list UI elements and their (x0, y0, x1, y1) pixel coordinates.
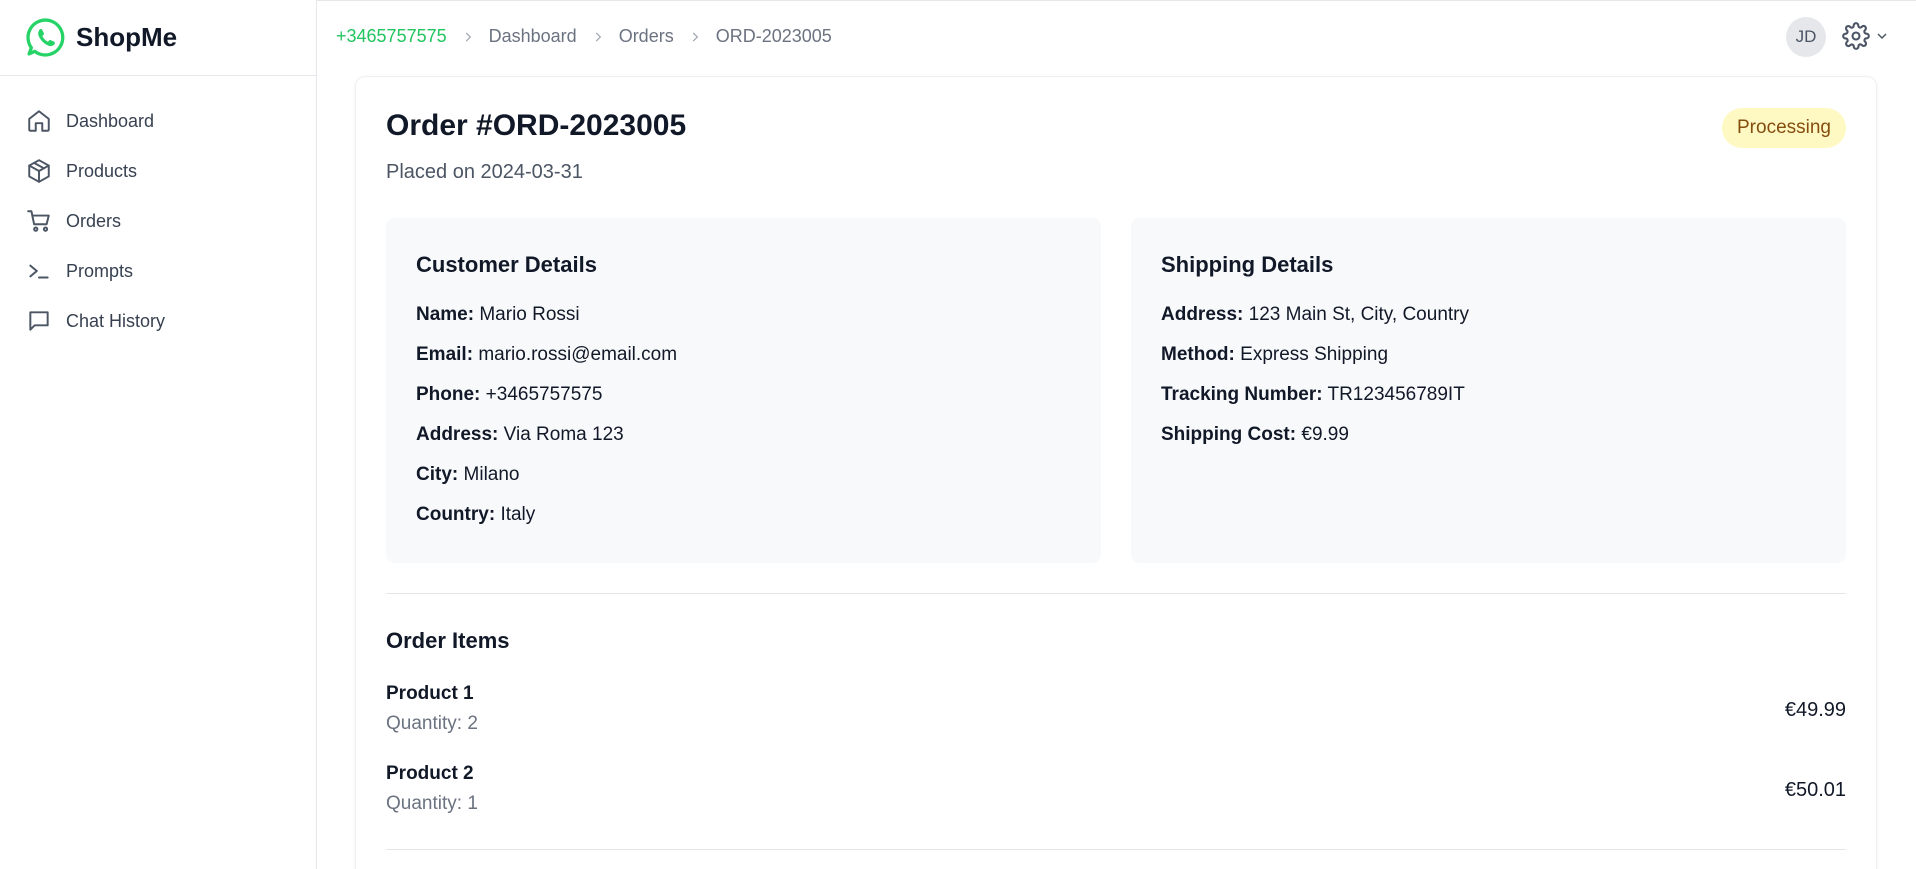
cart-icon (27, 210, 50, 232)
settings-menu-button[interactable] (1842, 22, 1890, 50)
shipping-details-heading: Shipping Details (1161, 252, 1334, 277)
sidebar-item-label: Dashboard (66, 110, 155, 131)
gear-icon (1842, 22, 1870, 50)
breadcrumb-current-order: ORD-2023005 (715, 26, 832, 46)
sidebar-item-label: Chat History (66, 310, 166, 331)
customer-city-row: City: Milano (416, 464, 520, 485)
avatar[interactable]: JD (1786, 17, 1826, 57)
sidebar-item-dashboard[interactable]: Dashboard (0, 96, 316, 146)
order-detail-card: Order #ORD-2023005 Placed on 2024-03-31 … (355, 76, 1877, 869)
order-placed-date: Placed on 2024-03-31 (386, 161, 583, 183)
chevron-right-icon (577, 27, 619, 47)
divider (386, 593, 1846, 594)
terminal-icon (29, 264, 49, 279)
box-icon (28, 159, 50, 183)
list-item: Product 1 Quantity: 2 €49.99 (386, 683, 1846, 743)
customer-phone-row: Phone: +3465757575 (416, 384, 603, 405)
sidebar-item-orders[interactable]: Orders (0, 196, 316, 246)
item-price: €49.99 (1784, 699, 1846, 721)
customer-address-row: Address: Via Roma 123 (416, 424, 624, 445)
whatsapp-logo-icon (26, 18, 65, 57)
sidebar-item-label: Orders (66, 210, 122, 231)
customer-details-heading: Customer Details (416, 252, 597, 277)
shipping-details-panel: Shipping Details Address: 123 Main St, C… (1131, 218, 1846, 563)
shipping-method-row: Method: Express Shipping (1161, 344, 1389, 365)
status-badge: Processing (1722, 108, 1846, 148)
chevron-down-icon (1877, 33, 1887, 40)
chat-icon (29, 311, 49, 331)
chevron-right-icon (447, 27, 489, 47)
shipping-cost-row: Shipping Cost: €9.99 (1161, 424, 1349, 445)
sidebar-item-products[interactable]: Products (0, 146, 316, 196)
brand[interactable]: ShopMe (0, 0, 316, 76)
customer-details-panel: Customer Details Name: Mario Rossi Email… (386, 218, 1101, 563)
item-price: €50.01 (1784, 779, 1846, 801)
breadcrumb: +3465757575 Dashboard Orders ORD-2023005 (336, 26, 832, 47)
divider (386, 849, 1846, 850)
brand-name: ShopMe (76, 22, 178, 52)
tracking-number-row: Tracking Number: TR123456789IT (1161, 384, 1465, 405)
topbar: +3465757575 Dashboard Orders ORD-2023005… (318, 0, 1916, 76)
item-name: Product 2 (386, 763, 474, 784)
breadcrumb-orders[interactable]: Orders (619, 26, 674, 47)
breadcrumb-dashboard[interactable]: Dashboard (489, 26, 577, 47)
customer-country-row: Country: Italy (416, 504, 536, 525)
customer-name-row: Name: Mario Rossi (416, 304, 580, 325)
sidebar-item-label: Prompts (66, 260, 134, 281)
page-title: Order #ORD-2023005 (386, 109, 687, 142)
chevron-right-icon (674, 27, 716, 47)
sidebar-item-label: Products (66, 160, 138, 181)
sidebar-item-chat-history[interactable]: Chat History (0, 296, 316, 346)
item-quantity: Quantity: 1 (386, 793, 478, 814)
customer-email-row: Email: mario.rossi@email.com (416, 344, 678, 365)
item-name: Product 1 (386, 683, 474, 704)
home-icon (28, 110, 50, 132)
item-quantity: Quantity: 2 (386, 713, 478, 734)
sidebar-item-prompts[interactable]: Prompts (0, 246, 316, 296)
breadcrumb-phone[interactable]: +3465757575 (336, 26, 447, 47)
list-item: Product 2 Quantity: 1 €50.01 (386, 763, 1846, 823)
order-items-heading: Order Items (386, 628, 510, 653)
sidebar-nav: Dashboard Products Orders Prompts Chat H… (0, 76, 316, 346)
sidebar: ShopMe Dashboard Products Orders Prompts… (0, 0, 317, 869)
shipping-address-row: Address: 123 Main St, City, Country (1161, 304, 1469, 325)
